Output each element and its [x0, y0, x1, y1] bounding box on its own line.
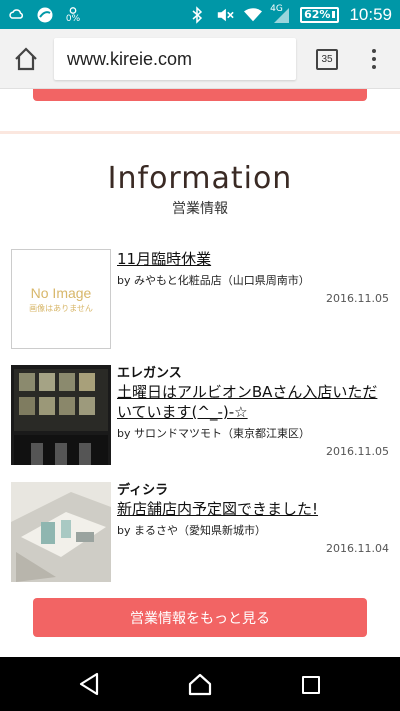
no-image-placeholder[interactable]: No Image 画像はありません: [11, 249, 111, 349]
tab-count: 35: [321, 54, 333, 65]
mute-icon: [216, 6, 234, 24]
system-nav-bar: [0, 657, 400, 711]
recent-apps-icon[interactable]: [302, 676, 320, 694]
section-title: Information: [107, 161, 293, 196]
battery-icon: [332, 11, 336, 18]
item-date: 2016.11.05: [326, 292, 389, 305]
network-type: 4G: [270, 3, 283, 14]
tab-switcher-button[interactable]: 35: [316, 49, 338, 70]
back-icon[interactable]: [78, 672, 100, 696]
no-image-sublabel: 画像はありません: [29, 303, 93, 313]
clock: 10:59: [349, 4, 392, 24]
item-author: by サロンドマツモト（東京都江東区）: [117, 427, 310, 440]
weather-icon: [8, 6, 26, 24]
item-category: ディシラ: [117, 483, 169, 498]
browser-toolbar: www.kireie.com 35: [0, 29, 400, 89]
item-title-link[interactable]: 土曜日はアルビオンBAさん入店いただいています(^_-)-☆: [117, 382, 389, 422]
section-subtitle: 営業情報: [172, 201, 228, 217]
battery-indicator: 62%: [300, 6, 340, 23]
battery-percent: 62%: [304, 8, 331, 21]
shop-interior-photo[interactable]: [11, 365, 111, 465]
web-page: Information 営業情報 No Image 画像はありません 11月臨時…: [0, 89, 400, 657]
data-usage-percent: 0%: [65, 13, 81, 24]
more-info-button[interactable]: 営業情報をもっと見る: [33, 598, 367, 637]
overflow-menu-icon[interactable]: [366, 47, 382, 71]
item-author: by まるさや（愛知県新城市）: [117, 524, 266, 537]
home-nav-icon[interactable]: [187, 672, 213, 696]
address-bar[interactable]: www.kireie.com: [54, 38, 296, 80]
status-bar: 0% 4G 62% 10:59: [0, 0, 400, 29]
store-layout-rendering[interactable]: [11, 482, 111, 582]
item-title-link[interactable]: 新店舗店内予定図できました!: [117, 499, 389, 519]
browser-app-icon: [36, 6, 54, 24]
section-divider: [0, 131, 400, 134]
bluetooth-icon: [188, 5, 206, 24]
wifi-icon: [244, 6, 263, 24]
data-usage-icon: 0%: [64, 6, 82, 24]
signal-icon: 4G: [270, 3, 290, 24]
item-date: 2016.11.05: [326, 445, 389, 458]
home-icon[interactable]: [12, 45, 40, 73]
item-category: エレガンス: [117, 366, 182, 381]
item-title-link[interactable]: 11月臨時休業: [117, 249, 389, 269]
item-date: 2016.11.04: [326, 542, 389, 555]
item-author: by みやもと化粧品店（山口県周南市）: [117, 274, 310, 287]
url-text: www.kireie.com: [67, 48, 193, 69]
previous-section-button[interactable]: [33, 89, 367, 101]
no-image-label: No Image: [30, 284, 92, 301]
